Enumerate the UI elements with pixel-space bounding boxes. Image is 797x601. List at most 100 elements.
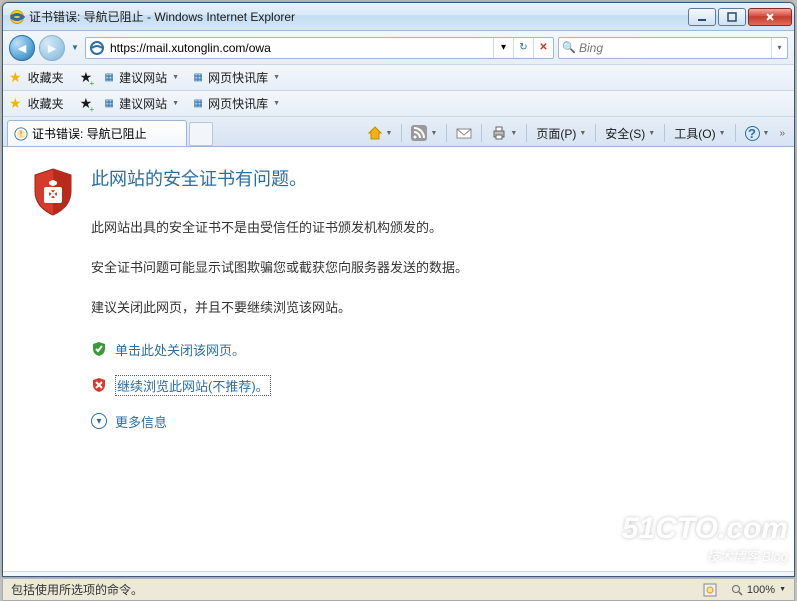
ie-page-icon: ▦ xyxy=(102,71,116,85)
cert-error-p3: 建议关闭此网页，并且不要继续浏览该网站。 xyxy=(91,299,774,317)
window-controls xyxy=(688,8,792,26)
zoom-level: 100% xyxy=(747,584,775,596)
favorites-bar-1: ★ 收藏夹 ★+ ▦ 建议网站 ▼ ▦ 网页快讯库 ▼ xyxy=(3,65,794,91)
shield-ok-icon xyxy=(91,341,107,357)
content-area: 此网站的安全证书有问题。 此网站出具的安全证书不是由受信任的证书颁发机构颁发的。… xyxy=(3,147,794,571)
refresh-button[interactable]: ↻ xyxy=(513,38,533,58)
stop-button[interactable]: ✕ xyxy=(533,38,553,58)
chevron-down-icon: ▼ xyxy=(386,130,393,137)
status-bar-upper: 100% ▼ xyxy=(3,571,794,577)
add-favorite-icon[interactable]: ★+ xyxy=(80,95,93,112)
status-message: 包括使用所选项的命令。 xyxy=(11,581,143,598)
zoom-level: 100% xyxy=(747,577,775,578)
window-title: 证书错误: 导航已阻止 - Windows Internet Explorer xyxy=(29,8,688,25)
web-slice-label: 网页快讯库 xyxy=(208,95,268,112)
suggested-sites-label: 建议网站 xyxy=(119,95,167,112)
forward-button[interactable]: ► xyxy=(39,35,65,61)
continue-link[interactable]: 继续浏览此网站(不推荐)。 xyxy=(115,375,271,396)
url-dropdown[interactable]: ▾ xyxy=(493,38,513,58)
zoom-control[interactable]: 100% ▼ xyxy=(731,577,786,578)
ie-logo-icon xyxy=(9,9,25,25)
ie-page-icon: ▦ xyxy=(191,71,205,85)
search-input[interactable] xyxy=(579,41,771,55)
add-favorite-icon[interactable]: ★+ xyxy=(80,69,93,86)
separator xyxy=(401,124,402,142)
chevron-down-icon: ▼ xyxy=(172,74,179,81)
page-menu[interactable]: 页面(P) ▼ xyxy=(531,122,591,144)
tools-menu[interactable]: 工具(O) ▼ xyxy=(669,122,730,144)
cert-error-body: 此网站的安全证书有问题。 此网站出具的安全证书不是由受信任的证书颁发机构颁发的。… xyxy=(91,165,774,431)
shield-bad-icon xyxy=(91,377,107,393)
print-button[interactable]: ▼ xyxy=(486,122,522,144)
cert-warning-icon: ! xyxy=(14,127,28,141)
url-input[interactable] xyxy=(108,41,493,55)
status-bar-lower: 包括使用所选项的命令。 100% ▼ xyxy=(2,579,795,601)
cert-error-p2: 安全证书问题可能显示试图欺骗您或截获您向服务器发送的数据。 xyxy=(91,259,774,277)
chevron-down-icon: ▼ xyxy=(430,130,437,137)
new-tab-button[interactable] xyxy=(189,122,213,146)
chevron-down-icon: ▼ xyxy=(172,100,179,107)
command-bar: ▼ ▼ ▼ 页面(P) ▼ 安全(S) ▼ 工具(O) ▼ ? ▼ xyxy=(362,122,794,146)
close-button[interactable] xyxy=(748,8,792,26)
web-slice-gallery-link[interactable]: ▦ 网页快讯库 ▼ xyxy=(187,67,284,88)
tools-menu-label: 工具(O) xyxy=(674,125,715,142)
chevron-down-icon: ▼ xyxy=(719,130,726,137)
cert-error-p1: 此网站出具的安全证书不是由受信任的证书颁发机构颁发的。 xyxy=(91,219,774,237)
active-tab[interactable]: ! 证书错误: 导航已阻止 xyxy=(7,120,187,146)
favorites-label[interactable]: 收藏夹 xyxy=(28,69,64,86)
continue-row: 继续浏览此网站(不推荐)。 xyxy=(91,375,774,396)
tab-strip: ! 证书错误: 导航已阻止 ▼ ▼ ▼ 页 xyxy=(3,117,794,147)
web-slice-gallery-link[interactable]: ▦ 网页快讯库 ▼ xyxy=(187,93,284,114)
zone-indicator[interactable] xyxy=(703,576,717,578)
separator xyxy=(481,124,482,142)
more-info-row[interactable]: ▾ 更多信息 xyxy=(91,412,774,431)
chevron-down-icon: ▼ xyxy=(763,130,770,137)
ie-page-icon: ▦ xyxy=(102,97,116,111)
chevron-down-icon: ▼ xyxy=(648,130,655,137)
read-mail-button[interactable] xyxy=(451,122,477,144)
suggested-sites-label: 建议网站 xyxy=(119,69,167,86)
tab-title: 证书错误: 导航已阻止 xyxy=(32,125,147,142)
chevron-down-icon: ▼ xyxy=(579,130,586,137)
suggested-sites-link[interactable]: ▦ 建议网站 ▼ xyxy=(98,93,183,114)
separator xyxy=(595,124,596,142)
zoom-control[interactable]: 100% ▼ xyxy=(731,584,786,596)
address-bar: ▾ ↻ ✕ xyxy=(85,37,554,59)
close-page-link[interactable]: 单击此处关闭该网页。 xyxy=(115,340,245,359)
search-icon: 🔍 xyxy=(559,41,579,54)
back-button[interactable]: ◄ xyxy=(9,35,35,61)
favorites-star-icon[interactable]: ★ xyxy=(9,95,22,112)
search-bar: 🔍 ▾ xyxy=(558,37,788,59)
expand-icon: ▾ xyxy=(91,413,107,429)
feeds-button[interactable]: ▼ xyxy=(406,122,442,144)
suggested-sites-link[interactable]: ▦ 建议网站 ▼ xyxy=(98,67,183,88)
watermark-sub: 技术博客 Blog xyxy=(622,546,788,565)
home-button[interactable]: ▼ xyxy=(362,122,398,144)
close-page-row: 单击此处关闭该网页。 xyxy=(91,340,774,359)
favorites-label[interactable]: 收藏夹 xyxy=(28,95,64,112)
help-icon: ? xyxy=(745,126,760,141)
watermark-main: 51CTO.com xyxy=(622,512,788,545)
watermark: 51CTO.com 技术博客 Blog xyxy=(622,512,788,565)
zone-indicator[interactable] xyxy=(703,583,717,597)
maximize-button[interactable] xyxy=(718,8,746,26)
navigation-bar: ◄ ► ▼ ▾ ↻ ✕ 🔍 ▾ xyxy=(3,31,794,65)
overflow-chevron[interactable]: » xyxy=(776,128,788,139)
history-dropdown[interactable]: ▼ xyxy=(69,36,81,60)
search-dropdown[interactable]: ▾ xyxy=(771,38,787,58)
chevron-down-icon: ▼ xyxy=(273,100,280,107)
chevron-down-icon: ▼ xyxy=(510,130,517,137)
favorites-star-icon[interactable]: ★ xyxy=(9,69,22,86)
page-menu-label: 页面(P) xyxy=(536,125,576,142)
ie-window: 证书错误: 导航已阻止 - Windows Internet Explorer … xyxy=(2,2,795,577)
chevron-down-icon: ▼ xyxy=(273,74,280,81)
minimize-button[interactable] xyxy=(688,8,716,26)
cert-error-heading: 此网站的安全证书有问题。 xyxy=(91,165,774,191)
separator xyxy=(526,124,527,142)
help-menu[interactable]: ? ▼ xyxy=(740,122,775,144)
shield-icon xyxy=(31,167,75,220)
safety-menu[interactable]: 安全(S) ▼ xyxy=(600,122,660,144)
separator xyxy=(735,124,736,142)
safety-menu-label: 安全(S) xyxy=(605,125,645,142)
web-slice-label: 网页快讯库 xyxy=(208,69,268,86)
